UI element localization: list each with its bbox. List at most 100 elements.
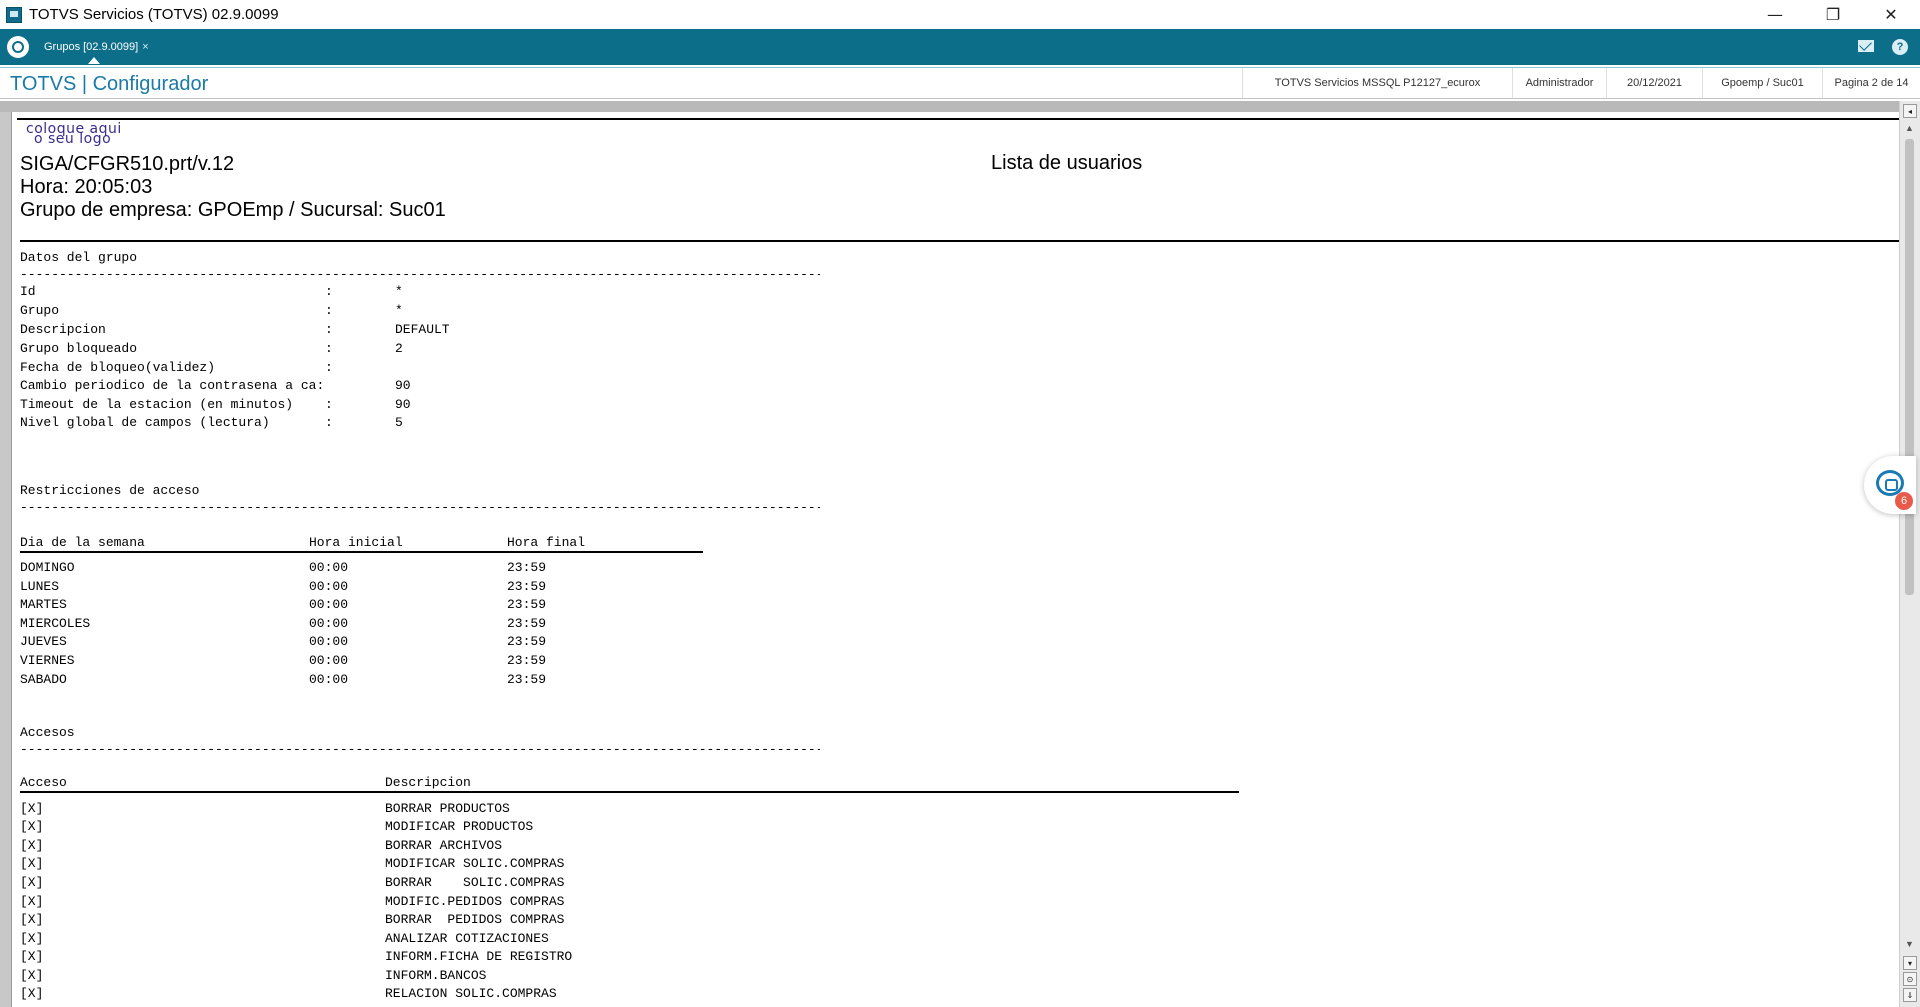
access-flag-cell: [X] <box>20 894 44 909</box>
field-value: * <box>395 284 403 299</box>
field-label: Grupo bloqueado <box>20 341 138 356</box>
access-desc-cell: BORRAR PRODUCTOS <box>385 801 510 816</box>
column-header-underline <box>20 791 1239 793</box>
field-label: Timeout de la estacion (en minutos) <box>20 397 294 412</box>
date-info: 20/12/2021 <box>1606 68 1702 98</box>
tab-label: Grupos [02.9.0099] <box>44 41 139 53</box>
access-desc-cell: BORRAR SOLIC.COMPRAS <box>385 875 565 890</box>
scroll-step-button[interactable]: ▾ <box>1903 956 1917 970</box>
start-time-cell: 00:00 <box>309 579 349 594</box>
close-button[interactable]: ✕ <box>1862 0 1920 29</box>
scroll-up-arrow[interactable]: ▲ <box>1905 123 1914 133</box>
end-time-cell: 23:59 <box>507 560 547 575</box>
weekday-cell: JUEVES <box>20 634 67 649</box>
weekday-cell: LUNES <box>20 579 60 594</box>
active-tab-indicator <box>88 57 100 64</box>
end-time-cell: 23:59 <box>507 672 547 687</box>
section-title-group: Datos del grupo <box>20 250 138 265</box>
header-bar: TOTVS | Configurador TOTVS Servicios MSS… <box>0 67 1920 99</box>
column-header: Hora final <box>507 535 586 550</box>
field-value: 90 <box>395 397 411 412</box>
access-desc-cell: INFORM.BANCOS <box>385 968 487 983</box>
column-header: Acceso <box>20 775 67 790</box>
field-value: 5 <box>395 415 403 430</box>
scroll-bottom-button[interactable]: ⇓ <box>1903 988 1917 1002</box>
home-icon[interactable] <box>7 36 29 58</box>
field-label: Descripcion <box>20 322 106 337</box>
page-info: Pagina 2 de 14 <box>1822 68 1920 98</box>
field-sep: : <box>325 322 333 337</box>
section-divider: ----------------------------------------… <box>20 742 820 755</box>
field-value: 90 <box>395 378 411 393</box>
field-label: Id <box>20 284 36 299</box>
end-time-cell: 23:59 <box>507 597 547 612</box>
report-page: coloque aqui o seu logo SIGA/CFGR510.prt… <box>11 112 1899 1007</box>
start-time-cell: 00:00 <box>309 672 349 687</box>
access-flag-cell: [X] <box>20 856 44 871</box>
access-desc-cell: INFORM.FICHA DE REGISTRO <box>385 949 573 964</box>
access-flag-cell: [X] <box>20 801 44 816</box>
start-time-cell: 00:00 <box>309 616 349 631</box>
field-label: Cambio periodico de la contrasena a ca: <box>20 378 325 393</box>
access-flag-cell: [X] <box>20 875 44 890</box>
field-value: * <box>395 303 403 318</box>
field-sep: : <box>325 303 333 318</box>
access-flag-cell: [X] <box>20 931 44 946</box>
company-info: Gpoemp / Suc01 <box>1702 68 1822 98</box>
start-time-cell: 00:00 <box>309 653 349 668</box>
start-time-cell: 00:00 <box>309 634 349 649</box>
vertical-scrollbar[interactable]: ◂ ▲ ▼ ▾ ⊙ ⇓ <box>1899 101 1920 1007</box>
field-value: 2 <box>395 341 403 356</box>
access-desc-cell: BORRAR ARCHIVOS <box>385 838 503 853</box>
column-header: Dia de la semana <box>20 535 145 550</box>
user-info: Administrador <box>1512 68 1606 98</box>
zoom-button[interactable]: ⊙ <box>1903 972 1917 986</box>
column-header: Descripcion <box>385 775 471 790</box>
access-flag-cell: [X] <box>20 819 44 834</box>
access-desc-cell: MODIFIC.PEDIDOS COMPRAS <box>385 894 565 909</box>
column-header: Hora inicial <box>309 535 403 550</box>
weekday-cell: MARTES <box>20 597 67 612</box>
restore-button[interactable]: ❐ <box>1804 0 1862 29</box>
access-flag-cell: [X] <box>20 838 44 853</box>
field-label: Fecha de bloqueo(validez) <box>20 360 216 375</box>
collapse-panel-button[interactable]: ◂ <box>1903 104 1917 118</box>
field-sep: : <box>325 415 333 430</box>
access-flag-cell: [X] <box>20 949 44 964</box>
access-desc-cell: RELACION SOLIC.COMPRAS <box>385 986 557 1001</box>
minimize-button[interactable]: — <box>1746 0 1804 29</box>
field-sep: : <box>325 397 333 412</box>
chat-badge: 6 <box>1895 492 1913 510</box>
field-label: Nivel global de campos (lectura) <box>20 415 270 430</box>
mail-icon[interactable] <box>1858 40 1874 52</box>
end-time-cell: 23:59 <box>507 653 547 668</box>
logo-placeholder: coloque aqui o seu logo <box>26 121 122 147</box>
chat-widget[interactable]: 6 <box>1864 456 1916 514</box>
scroll-down-arrow[interactable]: ▼ <box>1905 939 1914 949</box>
tab-close-icon[interactable]: × <box>142 41 148 53</box>
tab-grupos[interactable]: Grupos [02.9.0099] × <box>38 35 155 59</box>
end-time-cell: 23:59 <box>507 634 547 649</box>
section-divider: ----------------------------------------… <box>20 267 820 280</box>
field-value: DEFAULT <box>395 322 450 337</box>
app-icon <box>6 6 22 23</box>
brand-title: TOTVS | Configurador <box>10 73 209 95</box>
weekday-cell: VIERNES <box>20 653 75 668</box>
help-icon[interactable]: ? <box>1892 39 1908 55</box>
field-label: Grupo <box>20 303 60 318</box>
window-title: TOTVS Servicios (TOTVS) 02.9.0099 <box>29 6 279 23</box>
access-desc-cell: MODIFICAR PRODUCTOS <box>385 819 534 834</box>
access-desc-cell: ANALIZAR COTIZACIONES <box>385 931 549 946</box>
report-title: Lista de usuarios <box>991 152 1143 174</box>
start-time-cell: 00:00 <box>309 597 349 612</box>
report-time: Hora: 20:05:03 <box>20 176 153 198</box>
report-viewer: coloque aqui o seu logo SIGA/CFGR510.prt… <box>0 101 1920 1007</box>
weekday-cell: SABADO <box>20 672 67 687</box>
access-flag-cell: [X] <box>20 968 44 983</box>
access-flag-cell: [X] <box>20 912 44 927</box>
scrollbar-thumb[interactable] <box>1905 139 1914 595</box>
end-time-cell: 23:59 <box>507 616 547 631</box>
column-header-underline <box>20 551 703 553</box>
end-time-cell: 23:59 <box>507 579 547 594</box>
start-time-cell: 00:00 <box>309 560 349 575</box>
